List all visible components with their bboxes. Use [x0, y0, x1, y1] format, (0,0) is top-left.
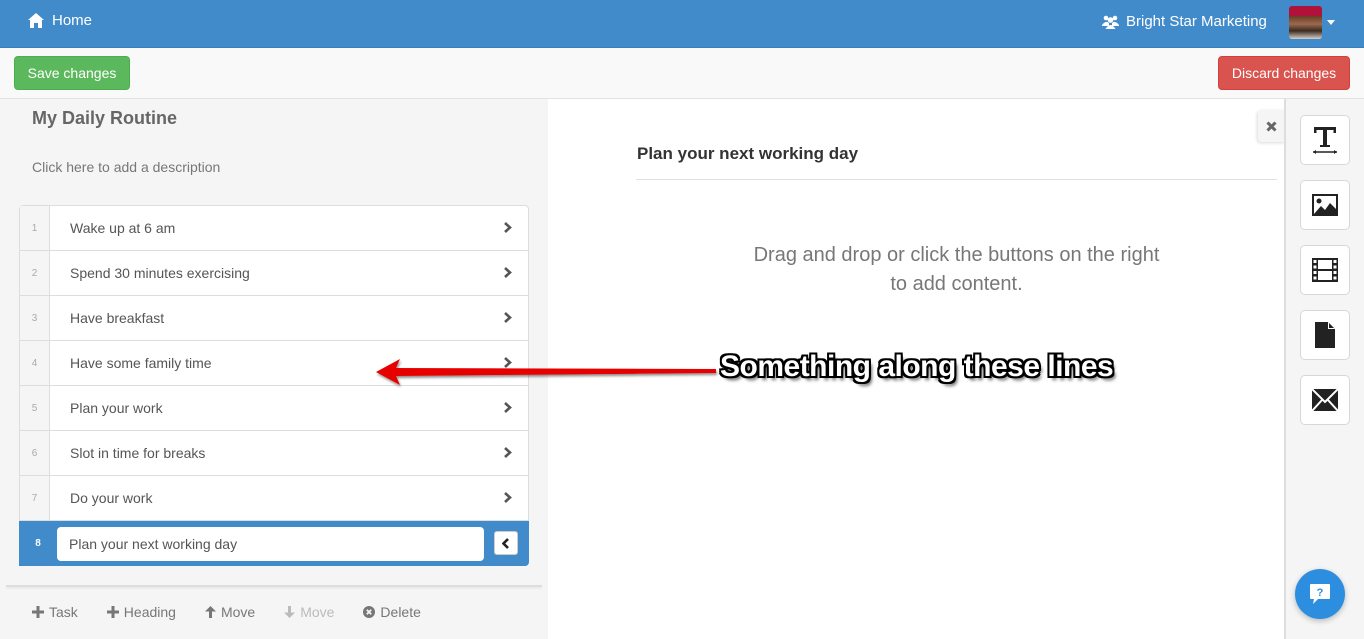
content-divider: [636, 179, 1277, 180]
close-panel-button[interactable]: [1258, 110, 1285, 142]
add-text-button[interactable]: [1300, 115, 1350, 165]
move-down-button[interactable]: Move: [284, 604, 334, 620]
task-number: 7: [20, 476, 50, 520]
task-number: 1: [20, 206, 50, 250]
hint-line-1: Drag and drop or click the buttons on th…: [753, 244, 1160, 266]
top-navbar: Home Bright Star Marketing: [0, 0, 1364, 48]
edit-toolbar: Save changes Discard changes: [0, 48, 1364, 99]
annotation-callout: Something along these lines: [720, 350, 1114, 383]
move-up-label: Move: [220, 604, 256, 620]
task-number: 3: [20, 296, 50, 340]
help-chat-icon: ?: [1310, 584, 1330, 604]
task-label: Plan your work: [70, 400, 163, 416]
chevron-left-icon: [502, 537, 509, 549]
chevron-right-icon: [504, 447, 512, 458]
delete-label: Delete: [380, 604, 421, 620]
task-label: Wake up at 6 am: [70, 220, 176, 236]
remove-circle-icon: [363, 606, 376, 618]
move-up-button[interactable]: Move: [204, 604, 256, 620]
hint-line-2: to add content.: [890, 273, 1023, 295]
add-heading-label: Heading: [123, 604, 176, 620]
add-heading-button[interactable]: Heading: [106, 604, 176, 620]
chevron-right-icon: [504, 402, 512, 413]
task-row[interactable]: 7 Do your work: [20, 476, 528, 521]
add-email-button[interactable]: [1300, 375, 1350, 425]
task-row[interactable]: 2 Spend 30 minutes exercising: [20, 251, 528, 296]
chevron-right-icon: [504, 267, 512, 278]
file-icon: [1315, 322, 1335, 348]
save-changes-button[interactable]: Save changes: [14, 56, 130, 90]
add-document-button[interactable]: [1300, 310, 1350, 360]
routine-title[interactable]: My Daily Routine: [32, 108, 177, 129]
routine-description[interactable]: Click here to add a description: [32, 159, 220, 175]
task-row[interactable]: 6 Slot in time for breaks: [20, 431, 528, 476]
task-label: Slot in time for breaks: [70, 445, 206, 461]
task-label: Have breakfast: [70, 310, 165, 326]
help-chat-button[interactable]: ?: [1295, 569, 1345, 619]
footer-divider: [6, 585, 542, 587]
delete-button[interactable]: Delete: [363, 604, 421, 620]
chevron-right-icon: [504, 312, 512, 323]
film-icon: [1312, 258, 1338, 282]
collapse-task-button[interactable]: [494, 531, 518, 555]
content-tools-sidebar: [1284, 99, 1364, 639]
chevron-right-icon: [504, 492, 512, 503]
home-icon: [28, 13, 44, 28]
arrow-down-icon: [284, 606, 296, 618]
arrow-up-icon: [204, 606, 216, 618]
svg-text:?: ?: [1317, 587, 1324, 599]
plus-icon: [32, 606, 44, 618]
home-label: Home: [52, 12, 93, 29]
annotation-arrow-icon: [376, 359, 716, 385]
add-task-button[interactable]: Task: [32, 604, 78, 620]
empty-content-hint: Drag and drop or click the buttons on th…: [636, 241, 1277, 299]
add-task-label: Task: [49, 604, 78, 620]
task-row[interactable]: 5 Plan your work: [20, 386, 528, 431]
task-row[interactable]: 3 Have breakfast: [20, 296, 528, 341]
task-label: Spend 30 minutes exercising: [70, 265, 250, 281]
plus-icon: [106, 606, 119, 618]
image-icon: [1312, 194, 1338, 216]
add-image-button[interactable]: [1300, 180, 1350, 230]
user-avatar[interactable]: [1289, 6, 1322, 39]
task-number: 8: [19, 521, 57, 566]
task-row[interactable]: 1 Wake up at 6 am: [20, 206, 528, 251]
envelope-icon: [1312, 389, 1338, 411]
task-number: 6: [20, 431, 50, 475]
task-number: 5: [20, 386, 50, 430]
task-title-input[interactable]: [57, 527, 484, 561]
task-number: 2: [20, 251, 50, 295]
organization-name: Bright Star Marketing: [1126, 13, 1267, 30]
users-icon: [1102, 15, 1119, 29]
close-icon: [1266, 120, 1277, 132]
add-video-button[interactable]: [1300, 245, 1350, 295]
task-row-active[interactable]: 8: [19, 521, 529, 566]
text-icon: [1313, 127, 1337, 154]
content-title: Plan your next working day: [637, 144, 859, 163]
chevron-right-icon: [504, 222, 512, 233]
discard-changes-button[interactable]: Discard changes: [1218, 56, 1350, 90]
organization-menu[interactable]: Bright Star Marketing: [1102, 13, 1267, 30]
home-link[interactable]: Home: [28, 12, 92, 29]
task-actions: Task Heading Move Move Delete: [32, 604, 450, 620]
task-number: 4: [20, 341, 50, 385]
task-label: Do your work: [70, 490, 153, 506]
move-down-label: Move: [300, 604, 335, 620]
caret-down-icon[interactable]: [1327, 20, 1335, 25]
